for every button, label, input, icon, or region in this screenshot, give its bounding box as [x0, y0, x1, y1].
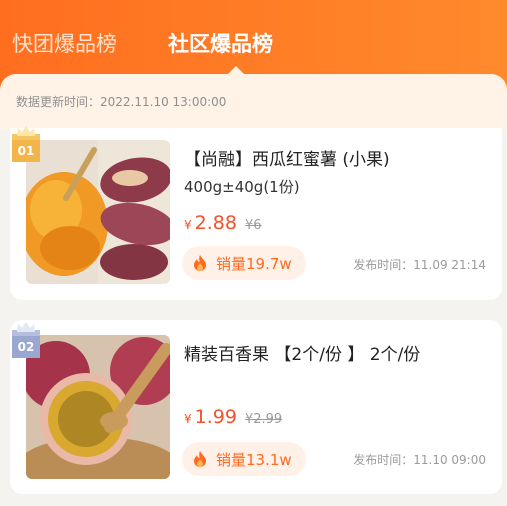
currency-symbol: ¥	[184, 412, 192, 426]
flame-icon	[194, 255, 206, 271]
original-price: ¥2.99	[244, 412, 283, 427]
rank-number: 01	[17, 144, 35, 158]
tab-community-hot-list[interactable]: 社区爆品榜	[168, 28, 273, 58]
product-card[interactable]: 精装百香果 【2个/份 】 2个/份 ¥1.99 ¥2.99 销量13.1w 发布…	[10, 320, 502, 494]
group-price: 2.88	[194, 212, 237, 234]
sales-badge: 销量19.7w	[182, 246, 306, 280]
rank-number: 02	[17, 340, 35, 354]
publish-time: 发布时间：11.10 09:00	[353, 453, 486, 467]
data-update-time: 数据更新时间：2022.11.10 13:00:00	[16, 95, 227, 109]
product-image-passion-fruit[interactable]	[26, 335, 170, 479]
tab-kuaituan-hot-list[interactable]: 快团爆品榜	[12, 28, 117, 58]
flame-icon	[194, 451, 206, 467]
publish-time: 发布时间：11.09 21:14	[353, 258, 486, 272]
product-spec: 400g±40g(1份)	[184, 178, 300, 196]
rank-badge-gold: 01	[10, 124, 42, 162]
price-row: ¥2.88 ¥6	[184, 212, 262, 234]
product-title[interactable]: 精装百香果 【2个/份 】 2个/份	[184, 340, 420, 365]
group-price: 1.99	[194, 406, 237, 428]
product-card[interactable]: 【尚融】西瓜红蜜薯 (小果) 400g±40g(1份) ¥2.88 ¥6 销量19…	[10, 128, 502, 300]
sales-count: 销量13.1w	[216, 451, 292, 469]
product-image-sweet-potato[interactable]	[26, 140, 170, 284]
original-price: ¥6	[244, 218, 262, 233]
sales-count: 销量19.7w	[216, 255, 292, 273]
active-tab-indicator	[227, 66, 245, 75]
rank-badge-silver: 02	[10, 320, 42, 358]
price-row: ¥1.99 ¥2.99	[184, 406, 282, 428]
product-title[interactable]: 【尚融】西瓜红蜜薯 (小果)	[184, 145, 390, 170]
currency-symbol: ¥	[184, 218, 192, 232]
sales-badge: 销量13.1w	[182, 442, 306, 476]
